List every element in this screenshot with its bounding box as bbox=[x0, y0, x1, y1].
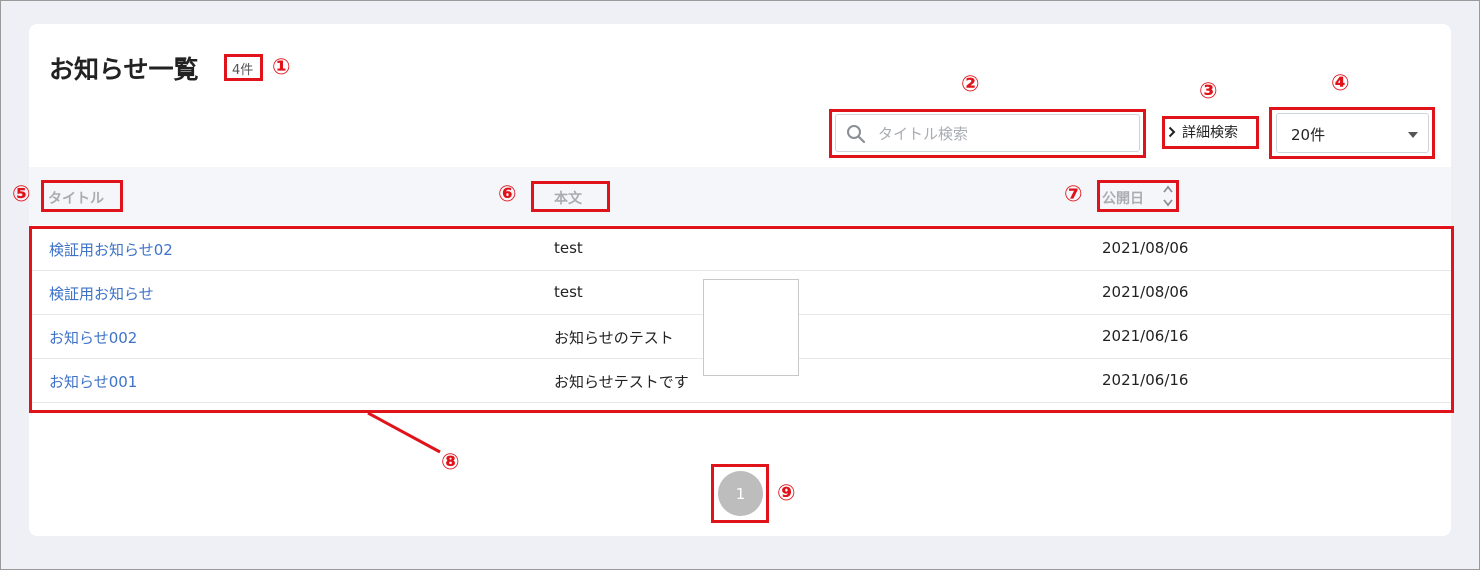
annotation-marker-6: ⑥ bbox=[498, 182, 517, 207]
annotation-marker-2: ② bbox=[961, 72, 980, 97]
annotation-marker-8: ⑧ bbox=[441, 450, 460, 475]
annotation-marker-9: ⑨ bbox=[777, 481, 796, 506]
annotation-leader-line bbox=[367, 411, 441, 454]
annotation-marker-5: ⑤ bbox=[12, 182, 31, 207]
annotation-marker-3: ③ bbox=[1199, 79, 1218, 104]
annotation-marker-4: ④ bbox=[1331, 71, 1350, 96]
annotation-marker-7: ⑦ bbox=[1064, 182, 1083, 207]
annotation-marker-1: ① bbox=[272, 55, 291, 80]
